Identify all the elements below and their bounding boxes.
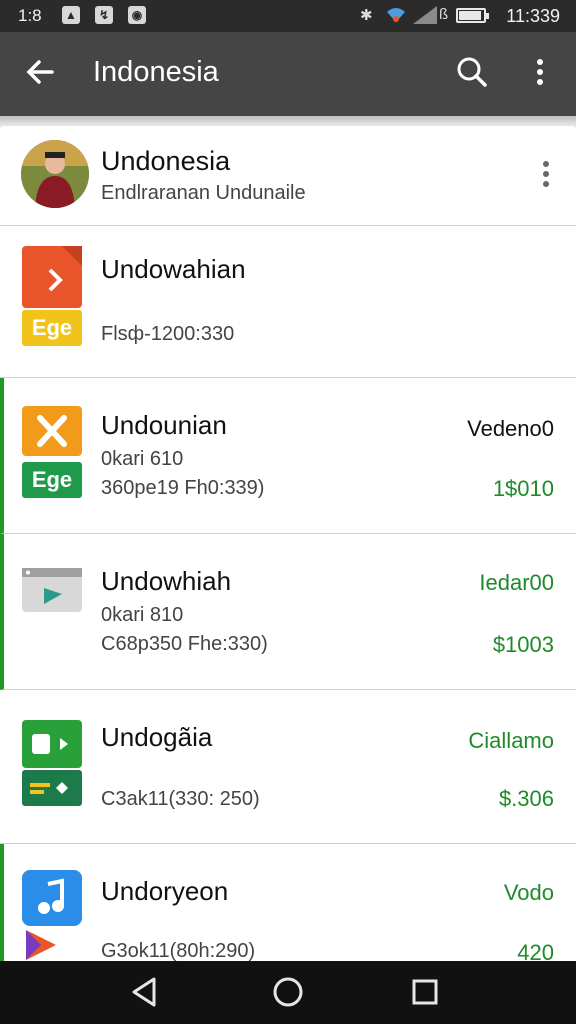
profile-name: Undonesia [101,146,231,176]
item-detail: C3ak11(330: 250) [101,788,260,810]
status-time-left: 1:8 [18,6,42,25]
music-icon [22,870,82,926]
item-title: Undogãia [101,722,213,752]
item-detail: G3ok11(80h:290) [101,940,256,962]
item-status: Iedar00 [479,570,554,595]
item-detail: Flsф-1200:330 [101,323,235,345]
wifi-icon [385,6,407,28]
item-title: Undowahian [101,254,246,284]
avatar[interactable] [21,140,89,208]
item-detail: 0kari 610 [101,448,184,470]
browser-icon [22,568,82,612]
play-store-icon [26,930,56,960]
item-price: $1003 [492,632,554,657]
back-triangle-icon[interactable] [130,975,160,1009]
profile-subtitle: Endlraranan Undunaile [101,182,306,204]
battery-icon [456,8,489,23]
note-icon: ↯ [95,6,113,24]
list-item[interactable]: Undowhiah 0kari 810 C68p350 Fhe:330) Ied… [0,534,576,690]
item-detail: 360pe19 Fh0:339) [101,477,265,499]
item-label-badge: Ege [22,462,82,498]
profile-card[interactable]: Undonesia Endlraranan Undunaile [0,126,576,226]
item-title: Undoryeon [101,876,229,906]
list-item[interactable]: Ege Undowahian Flsф-1200:330 [0,226,576,378]
item-price: 1$010 [492,476,554,501]
profile-more-icon[interactable] [536,158,556,190]
item-detail: 0kari 810 [101,604,184,626]
search-icon[interactable] [454,54,490,90]
item-status: Vodo [503,880,554,905]
app-icon: ◉ [128,6,146,24]
page-title: Indonesia [93,56,219,88]
item-price: $.306 [498,786,554,811]
slides-icon [22,246,82,308]
data-icon: ß [439,6,449,23]
status-bar: 1:8 ▲ ↯ ◉ ✱ ß 11:339 [0,0,576,32]
item-label-badge: Ege [22,310,82,346]
status-clock: 11:339 [506,6,560,26]
signal-icon [413,6,437,28]
list-item[interactable]: Undogãia C3ak11(330: 250) Ciallamo $.306 [0,690,576,844]
navigation-bar [0,961,576,1024]
bluetooth-icon: ✱ [360,7,373,24]
game-icon [22,720,82,768]
item-status: Vedeno0 [467,416,554,441]
item-title: Undounian [101,410,227,440]
item-title: Undowhiah [101,566,232,596]
recents-square-icon[interactable] [410,975,440,1009]
game-badge-icon [22,770,82,806]
app-bar-shadow [0,116,576,126]
more-vert-icon[interactable] [526,54,554,90]
tools-icon [22,406,82,456]
list-item[interactable]: Undoryeon G3ok11(80h:290) Vodo 420 [0,844,576,965]
item-status: Ciallamo [468,728,554,753]
item-detail: C68p350 Fhe:330) [101,633,268,655]
app-bar: Indonesia [0,32,576,116]
back-arrow-icon[interactable] [22,54,58,90]
list-item[interactable]: Ege Undounian 0kari 610 360pe19 Fh0:339)… [0,378,576,534]
home-circle-icon[interactable] [271,975,305,1009]
photo-icon: ▲ [62,6,80,24]
